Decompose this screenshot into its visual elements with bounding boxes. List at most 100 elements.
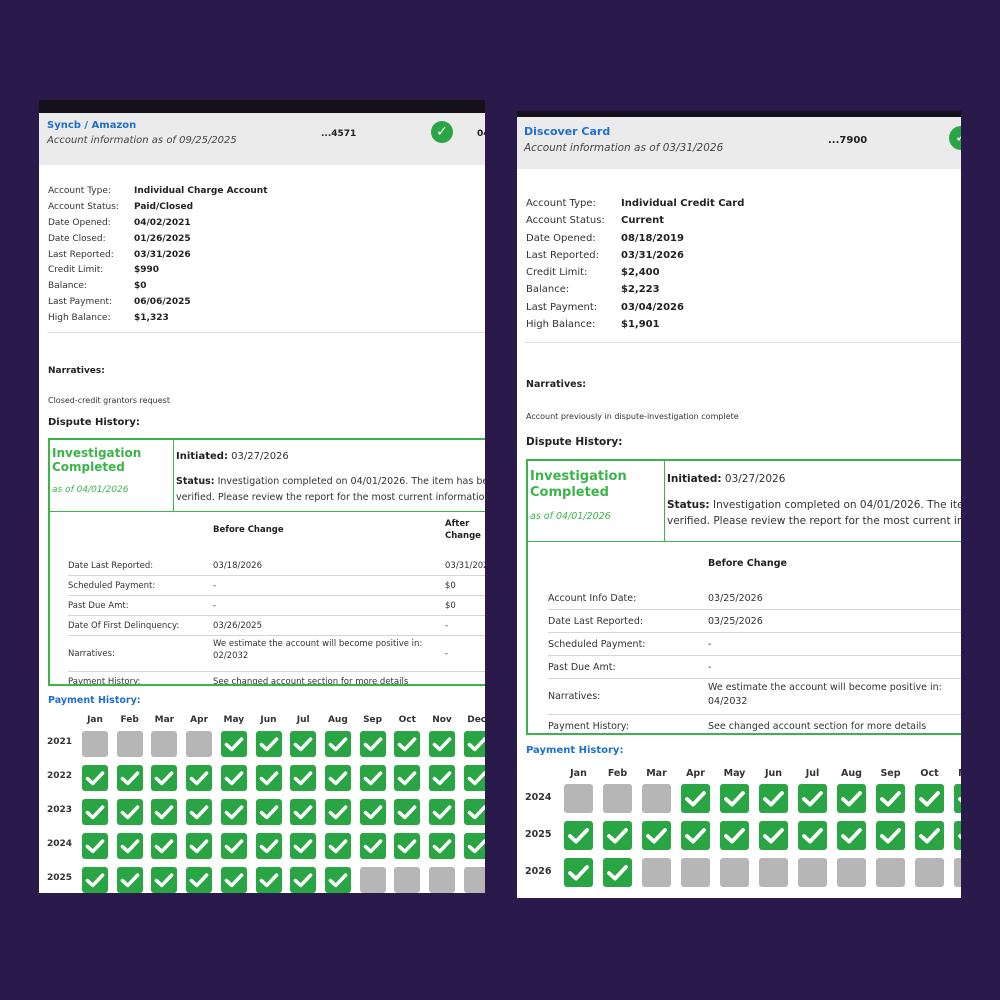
investigation-status-panel: Investigation Completed as of 04/01/2026 xyxy=(528,461,665,542)
change-row-after: $0 xyxy=(445,601,456,611)
change-table-header: Before Change xyxy=(548,547,961,587)
payment-ok-check-icon xyxy=(681,821,710,850)
payment-ok-check-icon xyxy=(463,799,485,825)
payment-no-data-cell xyxy=(186,731,213,757)
change-row-label: Payment History: xyxy=(548,720,629,732)
account-detail-label: Account Status: xyxy=(526,215,605,227)
month-header-aug: Aug xyxy=(327,715,348,725)
change-row-before: - xyxy=(213,581,217,591)
payment-no-data-cell xyxy=(798,858,827,887)
account-detail-row: Last Payment: 06/06/2025 xyxy=(48,295,268,311)
before-change-header: Before Change xyxy=(708,558,787,569)
change-row-before: - xyxy=(213,601,217,611)
dispute-history-title: Dispute History: xyxy=(48,417,140,428)
change-row-label: Payment History: xyxy=(68,677,141,686)
change-row-before: 03/26/2025 xyxy=(213,621,262,631)
payment-ok-check-icon xyxy=(290,833,317,859)
account-detail-label: Last Payment: xyxy=(48,297,113,308)
payment-ok-check-icon xyxy=(876,784,905,813)
payment-ok-check-icon xyxy=(82,765,108,791)
payment-ok-check-icon xyxy=(359,765,386,791)
month-header-oct: Oct xyxy=(920,768,939,779)
change-row-after: - xyxy=(445,649,449,659)
account-header: Syncb / Amazon Account information as of… xyxy=(39,113,485,165)
account-number: ...4571 xyxy=(321,129,357,139)
month-header-sep: Sep xyxy=(880,768,901,779)
change-row-label: Account Info Date: xyxy=(548,592,637,604)
initiated-date: Initiated: 03/27/2026 xyxy=(176,451,289,462)
account-detail-value: $0 xyxy=(134,281,147,292)
change-table-row: Account Info Date: 03/25/2026 xyxy=(548,587,961,610)
payment-ok-check-icon xyxy=(798,784,827,813)
payment-ok-check-icon xyxy=(359,731,386,757)
change-table-row: Past Due Amt: - $0 xyxy=(68,596,485,616)
change-row-before: See changed account section for more det… xyxy=(213,677,409,686)
payment-ok-check-icon xyxy=(220,799,247,825)
month-header-jul: Jul xyxy=(805,768,820,779)
payment-ok-check-icon xyxy=(186,833,213,859)
account-detail-value: Current xyxy=(621,215,665,227)
account-detail-value: 03/04/2026 xyxy=(621,301,684,313)
month-header-apr: Apr xyxy=(190,715,209,725)
month-header-apr: Apr xyxy=(686,768,705,779)
payment-no-data-cell xyxy=(837,858,866,887)
account-detail-label: Account Type: xyxy=(526,198,596,209)
account-detail-row: Account Type: Individual Credit Card xyxy=(526,195,744,212)
payment-ok-check-icon xyxy=(394,731,421,757)
account-details: Account Type: Individual Charge Account Ac… xyxy=(48,184,268,327)
payment-ok-check-icon xyxy=(220,867,247,893)
syncb-amazon-account-card: Syncb / Amazon Account information as of… xyxy=(39,100,485,893)
investigation-status-date: as of 04/01/2026 xyxy=(52,485,129,495)
account-detail-row: Date Closed: 01/26/2025 xyxy=(48,232,268,248)
account-detail-value: Individual Charge Account xyxy=(134,186,268,196)
discover-card-account-card: Discover Card Account information as of … xyxy=(517,111,961,898)
month-header-nov: Nov xyxy=(432,715,452,725)
creditor-name[interactable]: Syncb / Amazon xyxy=(47,120,136,131)
payment-ok-check-icon xyxy=(429,765,455,791)
payment-ok-check-icon xyxy=(564,858,593,887)
change-table-row: Date Last Reported: 03/18/2026 03/31/2026 xyxy=(68,556,485,576)
account-detail-value: $1,323 xyxy=(134,313,169,324)
payment-no-data-cell xyxy=(642,858,671,887)
change-row-label: Date Of First Delinquency: xyxy=(68,621,180,631)
change-table-header: Before Change After Change xyxy=(68,516,485,556)
payment-no-data-cell xyxy=(429,867,455,893)
check-circle-icon: ✓ xyxy=(431,121,453,143)
payment-ok-check-icon xyxy=(255,867,282,893)
investigation-status-title: Investigation Completed xyxy=(530,469,627,500)
payment-ok-check-icon xyxy=(290,731,317,757)
payment-ok-check-icon xyxy=(394,799,421,825)
payment-ok-check-icon xyxy=(324,833,351,859)
payment-no-data-cell xyxy=(394,867,421,893)
payment-ok-check-icon xyxy=(720,784,749,813)
header-overflow-text: 04 xyxy=(477,129,485,139)
payment-ok-check-icon xyxy=(151,867,178,893)
creditor-name[interactable]: Discover Card xyxy=(524,125,610,138)
account-detail-row: Last Reported: 03/31/2026 xyxy=(48,248,268,264)
status-line-1: Investigation completed on 04/01/2026. T… xyxy=(217,476,485,487)
payment-ok-check-icon xyxy=(798,821,827,850)
payment-ok-check-icon xyxy=(394,765,421,791)
change-table-row: Narratives: We estimate the account will … xyxy=(68,636,485,672)
payment-no-data-cell xyxy=(82,731,108,757)
dispute-change-table: Before Change Account Info Date: 03/25/202… xyxy=(548,547,961,733)
month-header-jun: Jun xyxy=(260,715,277,725)
change-row-before: - xyxy=(708,638,712,650)
dispute-change-table: Before Change After Change Date Last Repor… xyxy=(68,516,485,686)
change-row-label: Narratives: xyxy=(68,649,115,659)
year-label-2022: 2022 xyxy=(47,771,73,781)
account-detail-value: Paid/Closed xyxy=(134,201,194,212)
account-detail-row: Credit Limit: $2,400 xyxy=(526,264,744,281)
change-table-row: Past Due Amt: - xyxy=(548,656,961,679)
payment-ok-check-icon xyxy=(759,784,788,813)
account-detail-label: Account Type: xyxy=(48,186,111,196)
payment-ok-check-icon xyxy=(186,799,213,825)
month-header-may: May xyxy=(223,715,245,725)
payment-ok-check-icon xyxy=(359,799,386,825)
payment-no-data-cell xyxy=(915,858,944,887)
investigation-status-text: Status: Investigation completed on 04/01… xyxy=(667,497,961,529)
payment-no-data-cell xyxy=(642,784,671,813)
change-row-before: 03/25/2026 xyxy=(708,592,763,604)
after-change-header: After Change xyxy=(445,519,481,542)
payment-ok-check-icon xyxy=(255,799,282,825)
